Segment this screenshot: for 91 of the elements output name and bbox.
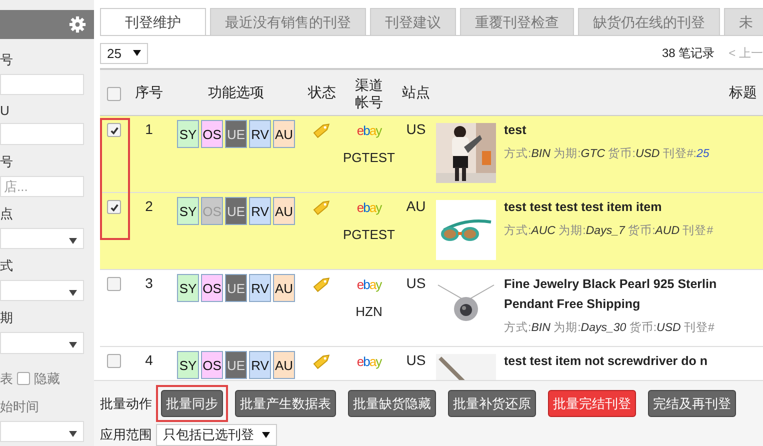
- account-name: PGTEST: [342, 227, 395, 242]
- scope-label: 应用范围: [100, 426, 152, 444]
- field-label: U: [0, 103, 10, 118]
- function-button[interactable]: SY: [177, 351, 199, 379]
- function-button[interactable]: AU: [273, 120, 295, 148]
- function-button[interactable]: OS: [201, 274, 223, 302]
- batch-action-label: 批量动作: [100, 394, 152, 412]
- batch-button[interactable]: 完结及再刊登: [648, 390, 736, 417]
- row-number: 2: [145, 198, 153, 214]
- caret-icon: [69, 290, 77, 296]
- batch-button[interactable]: 批量补货还原: [448, 390, 536, 417]
- field-label: 表: [0, 370, 13, 388]
- channel-logo: ebay: [356, 200, 382, 215]
- row-number: 3: [145, 275, 153, 291]
- row-checkbox[interactable]: [107, 354, 121, 368]
- column-header: 序号: [135, 84, 163, 100]
- row-checkbox[interactable]: [107, 277, 121, 291]
- row-number: 1: [145, 121, 153, 137]
- caret-icon: [133, 50, 142, 56]
- dropdown[interactable]: [0, 332, 84, 354]
- function-button[interactable]: RV: [249, 351, 271, 379]
- column-header: 标题: [728, 84, 757, 102]
- site-code: US: [406, 121, 426, 137]
- caret-icon: [69, 430, 77, 437]
- function-button[interactable]: OS: [201, 120, 223, 148]
- listing-details: 方式:AUC 为期:Days_7 货币:AUD 刊登#: [504, 223, 714, 238]
- caret-icon: [69, 238, 77, 244]
- checkbox[interactable]: [17, 372, 30, 386]
- function-button[interactable]: RV: [249, 120, 271, 148]
- scope-dropdown[interactable]: 只包括已选刊登: [156, 424, 277, 446]
- batch-button[interactable]: 批量同步: [161, 390, 223, 417]
- batch-button[interactable]: 批量产生数据表: [235, 390, 336, 417]
- caret-icon: [262, 432, 270, 438]
- listing-details: 方式:BIN 为期:Days_30 货币:USD 刊登#: [504, 320, 716, 335]
- site-code: US: [406, 352, 426, 368]
- field-label: 始时间: [0, 398, 39, 416]
- function-button[interactable]: SY: [177, 274, 199, 302]
- field-label: 号: [0, 152, 13, 171]
- listing-title[interactable]: Fine Jewelry Black Pearl 925 Sterlin Pendant Free Shipping: [504, 274, 763, 314]
- site-code: AU: [406, 198, 426, 214]
- checkmark-icon: [110, 202, 118, 212]
- field-label: 期: [0, 309, 13, 328]
- input-field[interactable]: [0, 123, 84, 145]
- channel-logo: ebay: [356, 123, 382, 138]
- channel-logo: ebay: [356, 354, 382, 369]
- function-button[interactable]: AU: [273, 274, 295, 302]
- channel-logo: ebay: [356, 277, 382, 292]
- select-all-checkbox[interactable]: [107, 87, 121, 101]
- page-size-dropdown[interactable]: 25: [100, 42, 148, 64]
- account-name: PGTEST: [342, 150, 395, 165]
- function-button[interactable]: UE: [225, 197, 247, 225]
- function-button[interactable]: AU: [273, 197, 295, 225]
- function-button[interactable]: AU: [273, 351, 295, 379]
- account-name: HZN: [356, 304, 382, 319]
- dropdown[interactable]: [0, 228, 84, 250]
- input-field[interactable]: 店...: [0, 176, 84, 197]
- field-label: 式: [0, 257, 13, 276]
- row-number: 4: [145, 352, 153, 368]
- dropdown[interactable]: [0, 280, 84, 302]
- function-button[interactable]: OS: [201, 351, 223, 379]
- row-checkbox[interactable]: [107, 123, 121, 137]
- field-label: 号: [0, 50, 13, 69]
- checkbox-label: 隐藏: [34, 370, 60, 388]
- function-button[interactable]: UE: [225, 351, 247, 379]
- listing-title[interactable]: test test item not screwdriver do n: [504, 351, 763, 371]
- function-button[interactable]: UE: [225, 274, 247, 302]
- column-header: 状态: [308, 84, 336, 102]
- row-checkbox[interactable]: [107, 200, 121, 214]
- field-label: 点: [0, 204, 13, 223]
- function-button[interactable]: SY: [177, 197, 199, 225]
- function-button[interactable]: RV: [249, 197, 271, 225]
- settings-icon[interactable]: [69, 16, 86, 33]
- batch-button[interactable]: 批量缺货隐藏: [348, 390, 436, 417]
- column-header: 站点: [402, 84, 430, 100]
- caret-icon: [69, 342, 77, 348]
- function-button[interactable]: RV: [249, 274, 271, 302]
- checkmark-icon: [110, 126, 118, 134]
- listing-title[interactable]: test test test test item item: [504, 197, 763, 217]
- column-header: 功能选项: [208, 84, 264, 102]
- table-row[interactable]: 1 SY OS UE RV AU ebay PGTEST US test 方式:BIN 为期:GTC 货币:USD 刊登#:25: [100, 116, 763, 193]
- site-code: US: [406, 275, 426, 291]
- listing-title[interactable]: test: [504, 120, 763, 140]
- column-header: 渠道帐号: [354, 77, 384, 111]
- batch-button[interactable]: 批量完结刊登: [548, 390, 636, 417]
- function-button[interactable]: SY: [177, 120, 199, 148]
- function-button[interactable]: UE: [225, 120, 247, 148]
- listing-details: 方式:BIN 为期:GTC 货币:USD 刊登#:25: [504, 146, 710, 161]
- input-field[interactable]: [0, 74, 84, 96]
- tab[interactable]: 刊登维护: [100, 8, 206, 35]
- dropdown[interactable]: [0, 420, 84, 442]
- record-count: 38 笔记录: [662, 44, 715, 62]
